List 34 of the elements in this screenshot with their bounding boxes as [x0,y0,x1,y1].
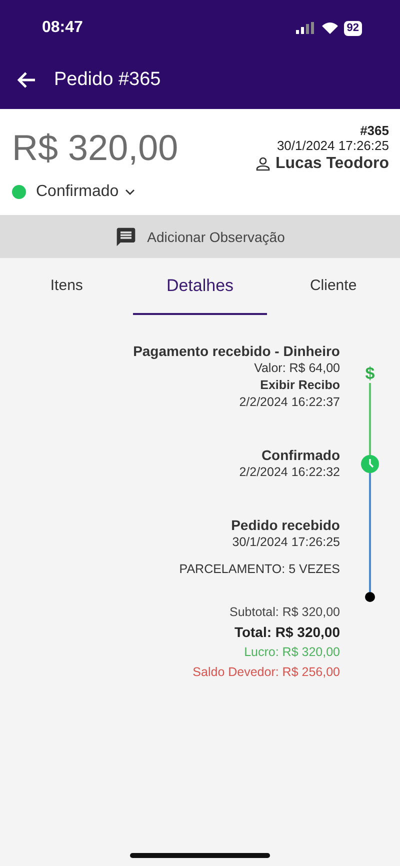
order-date: 30/1/2024 17:26:25 [276,138,389,153]
signal-icon [296,22,316,34]
order-amount: R$ 320,00 [12,127,178,169]
screen-title: Pedido #365 [54,68,161,90]
customer-name: Lucas Teodoro [276,155,389,173]
add-note-button[interactable]: Adicionar Observação [0,215,400,258]
wifi-icon [322,22,338,34]
order-number: #365 [360,123,389,138]
tab[interactable]: Detalhes [133,258,267,315]
status-time: 08:47 [42,19,83,37]
balance-due: Saldo Devedor: R$ 256,00 [192,664,340,681]
event-title: Confirmado [261,447,340,464]
event-date: 2/2/2024 16:22:32 [239,464,340,481]
event-date: 2/2/2024 16:22:37 [239,394,340,411]
clock-icon [361,455,379,473]
tab[interactable]: Cliente [266,258,400,315]
event-title: Pedido recebido [231,517,340,534]
message-icon [115,226,138,248]
profit: Lucro: R$ 320,00 [244,644,340,661]
event-date: 30/1/2024 17:26:25 [232,534,340,551]
person-icon [256,157,270,171]
payment-value: Valor: R$ 64,00 [254,360,340,377]
battery-level: 92 [344,20,362,36]
dollar-icon: $ [365,365,375,383]
timeline-dot [365,592,375,602]
subtotal: Subtotal: R$ 320,00 [230,604,340,621]
event-title: Pagamento recebido - Dinheiro [133,343,340,360]
tab[interactable]: Itens [0,258,134,315]
receipt-link[interactable]: Exibir Recibo [260,377,340,394]
back-arrow-icon[interactable] [16,70,36,88]
total: Total: R$ 320,00 [234,623,340,642]
installments: PARCELAMENTO: 5 VEZES [179,561,340,578]
status-dropdown[interactable]: Confirmado [12,183,135,201]
chevron-down-icon [124,188,135,196]
